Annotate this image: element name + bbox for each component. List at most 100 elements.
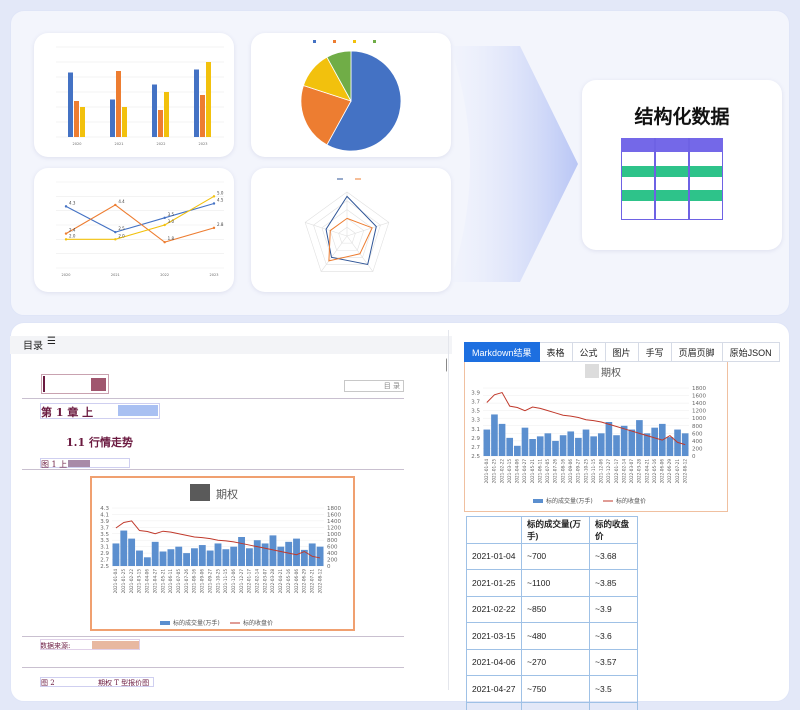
data-point [114,238,117,241]
volume-bar [191,548,198,566]
x-tick: 2021-04-27 [522,459,527,484]
y-left-tick: 4.1 [100,512,109,518]
y-right-tick: 1000 [327,532,341,538]
divider [22,398,404,399]
volume-bar [491,414,498,456]
x-tick: 2022-01-17 [614,459,619,484]
tab-raw-json[interactable]: 原始JSON [722,342,780,362]
y-right-tick: 1400 [327,519,341,525]
x-tick: 2022-06-29 [667,459,672,484]
tick-label: 2023 [210,273,219,277]
volume-bar [198,545,206,566]
table-header-cell [466,516,522,544]
data-point [212,202,216,205]
y-right-tick: 1200 [327,525,341,531]
table-cell: ~750 [521,675,590,703]
y-right-tick: 1400 [692,401,706,407]
x-tick: 2022-04-21 [644,459,649,484]
figure1-label: 图 1 上 [40,458,130,469]
data-point [114,203,117,207]
chart-title: 期权 [216,488,238,501]
volume-bar [214,543,222,566]
x-tick: 2021-05-21 [530,459,535,484]
series-line [65,202,215,233]
y-right-tick: 200 [327,558,338,564]
x-tick: 2021-01-04 [484,459,489,484]
volume-bar [506,437,514,456]
volume-bar [136,550,143,566]
tab-table[interactable]: 表格 [539,342,573,362]
table-cell: ~450 [521,701,590,710]
x-tick: 2021-12-06 [599,459,604,484]
volume-bar [529,439,536,456]
x-tick: 2021-08-16 [560,459,565,484]
x-tick: 2022-05-16 [286,569,291,594]
tick-label: 2020 [73,142,82,146]
y-right-tick: 800 [692,424,703,430]
data-label: 1.8 [168,236,175,241]
chart-title: 期权 [601,366,621,379]
volume-bar [261,543,269,566]
legend-swatch [373,40,376,43]
bar [158,110,163,137]
table-cell: ~3.68 [589,542,638,570]
title-icon [190,484,210,501]
chapter-heading-text: 第 1 章 上 [41,406,94,419]
x-tick: 2021-01-04 [113,569,118,594]
table-cell: 2021-05-21 [466,701,522,710]
tab-image[interactable]: 图片 [605,342,639,362]
x-tick: 2022-06-29 [302,569,307,594]
data-label: 2.5 [118,226,125,231]
table-header-cell: 标的收盘价 [589,516,638,544]
x-tick: 2022-02-14 [255,569,260,594]
table-cell: ~270 [521,648,590,676]
volume-bar [483,429,491,456]
volume-bar [143,557,151,566]
y-left-tick: 2.5 [100,564,109,570]
tab-header-footer[interactable]: 页眉页脚 [671,342,723,362]
x-tick: 2022-08-12 [682,459,687,484]
legend-swatch [533,499,543,503]
table-cell: ~1100 [521,569,590,597]
x-tick: 2022-03-28 [270,569,275,594]
table-cell: 2021-04-27 [466,675,522,703]
bar [200,95,205,137]
data-label: 3.0 [168,219,175,224]
y-left-tick: 3.7 [100,525,109,531]
data-point [163,223,166,227]
data-point [114,230,117,234]
table-header-cell: 标的成交量(万手) [521,516,590,544]
y-right-tick: 400 [692,439,703,445]
table-row: 2021-04-06 ~270 ~3.57 [466,648,638,676]
tab-markdown[interactable]: Markdown结果 [464,342,540,362]
x-tick: 2021-01-25 [492,459,497,484]
x-tick: 2021-06-11 [168,569,173,594]
tab-formula[interactable]: 公式 [572,342,606,362]
y-right-tick: 1800 [327,506,341,512]
tick-label: 2022 [157,142,166,146]
x-tick: 2022-07-21 [675,459,680,484]
doc-search-box[interactable]: 目 录 [344,380,404,392]
x-tick: 2021-12-06 [231,569,236,594]
table-cell: 2021-02-22 [466,595,522,623]
volume-bar [151,541,159,566]
x-tick: 2021-03-15 [137,569,142,594]
bar-chart-card: 2020 2021 2022 2023 [34,33,234,157]
data-label: 2.8 [217,222,224,227]
x-tick: 2022-04-21 [278,569,283,594]
volume-bar [575,437,582,456]
data-label: 4.5 [217,198,224,203]
volume-bar [514,445,521,456]
toc-menu-icon[interactable]: ☰ [47,336,56,347]
tab-handwriting[interactable]: 手写 [638,342,672,362]
x-tick: 2021-11-15 [591,459,596,484]
table-row: 2021-05-21~450~3.58 [466,701,638,710]
y-left-tick: 2.5 [471,454,480,460]
tick-label: 2021 [115,142,124,146]
volume-bar [536,436,544,456]
data-point [212,226,216,230]
y-right-tick: 1200 [692,409,706,415]
y-left-tick: 2.9 [100,551,109,557]
bar [206,62,211,137]
data-point [163,216,166,220]
